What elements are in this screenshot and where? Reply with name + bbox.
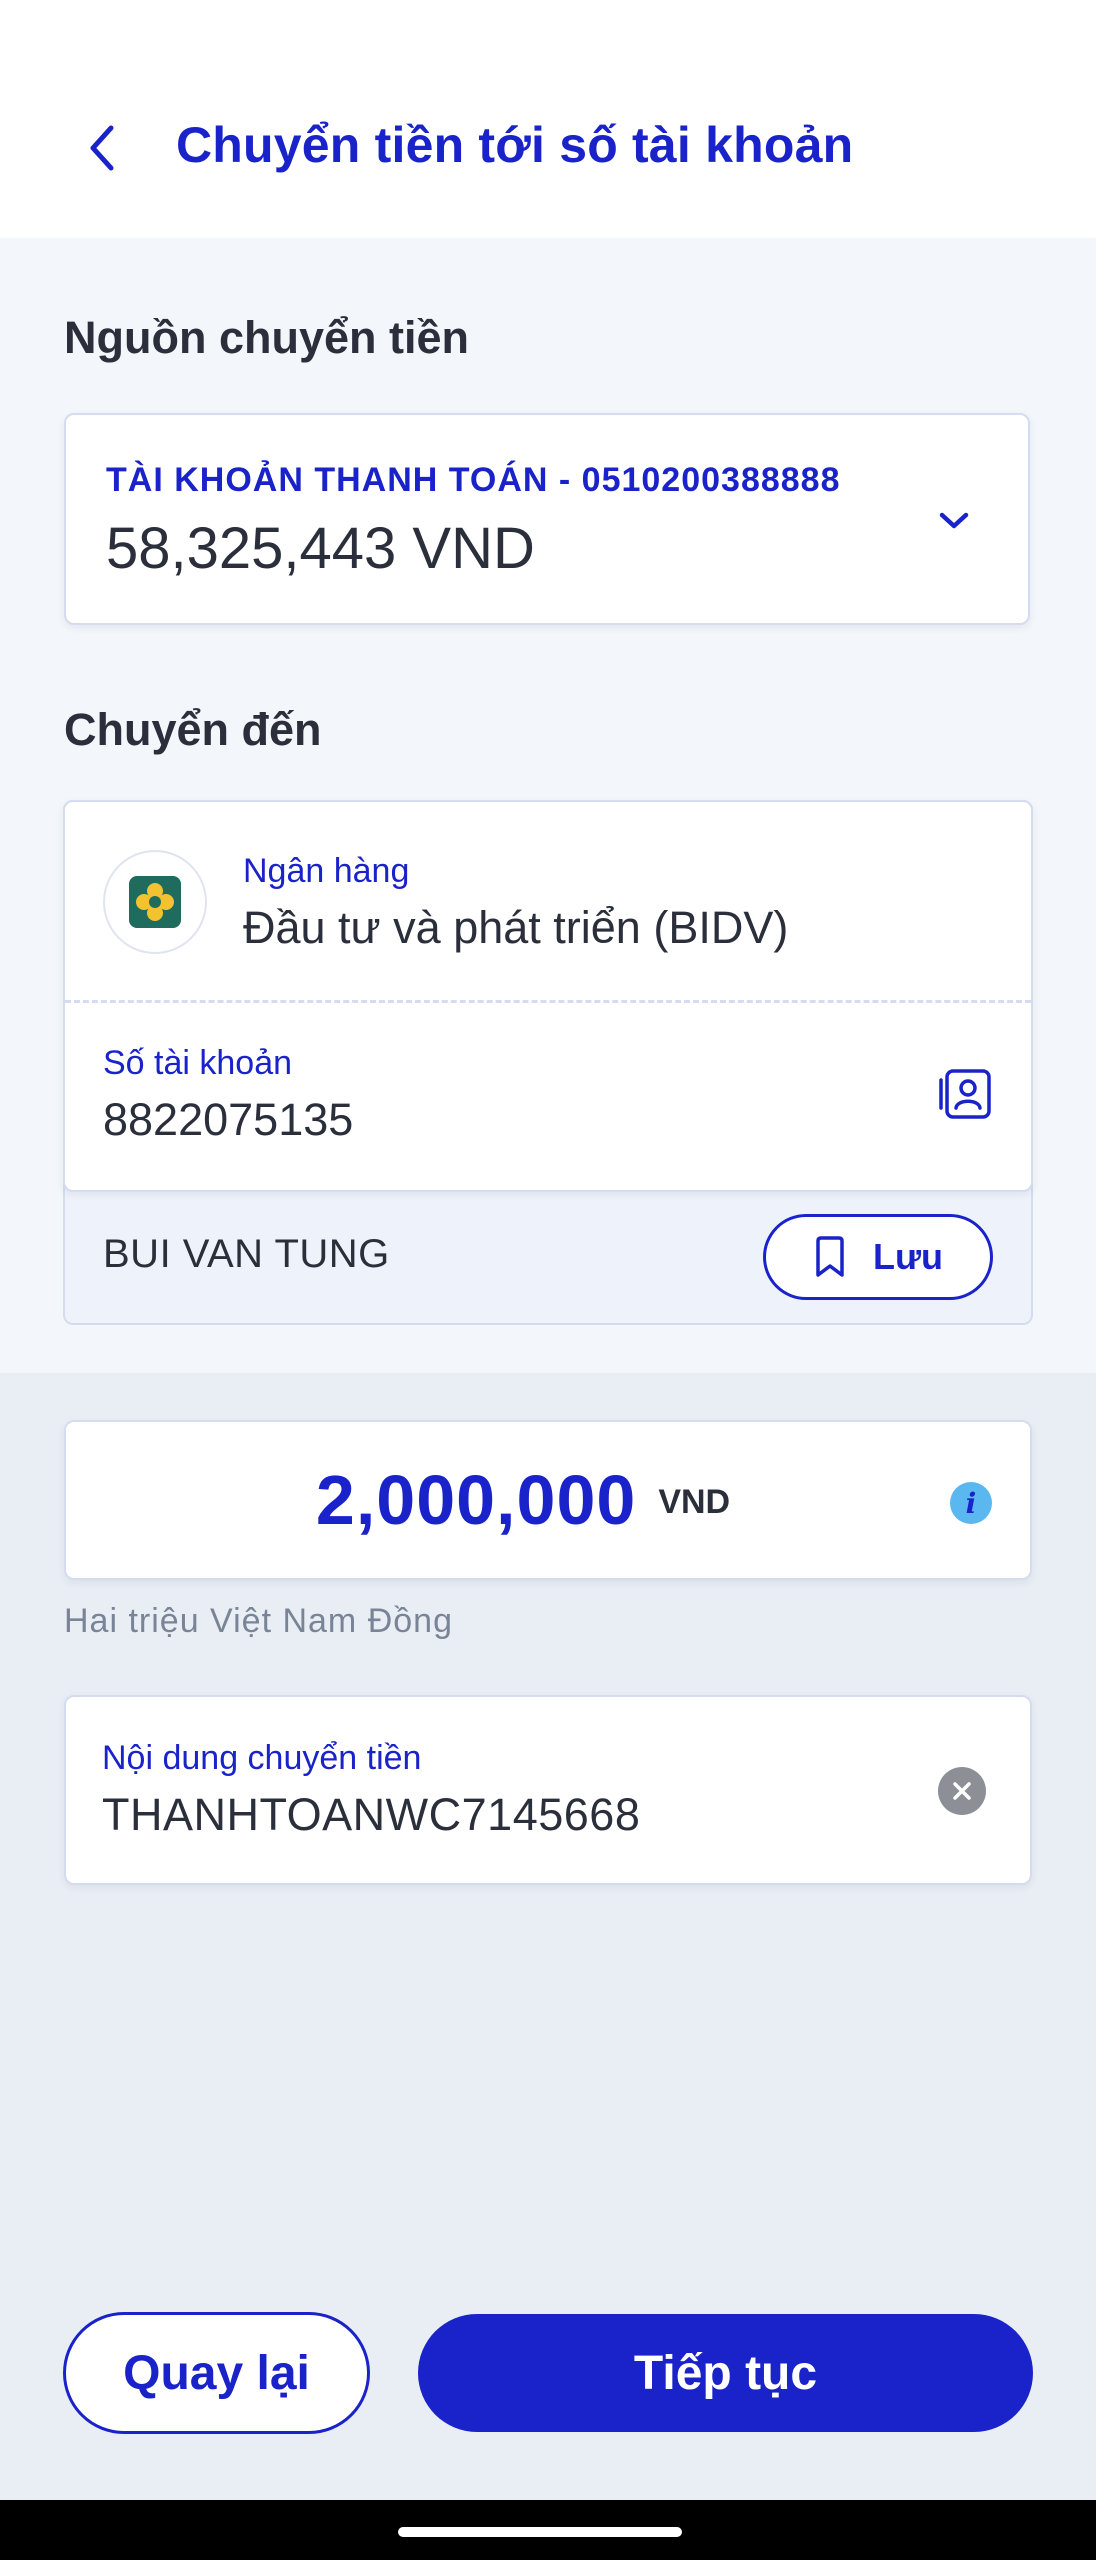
amount-field[interactable]: 2,000,000 VND i xyxy=(64,1420,1032,1580)
amount-value: 2,000,000 xyxy=(315,1461,637,1539)
back-action-button[interactable]: Quay lại xyxy=(63,2312,370,2434)
bookmark-icon xyxy=(816,1236,844,1277)
destination-group: Ngân hàng Đầu tư và phát triển (BIDV) Số… xyxy=(63,800,1033,1325)
app-header: Chuyển tiền tới số tài khoản xyxy=(0,0,1096,238)
memo-field[interactable]: Nội dung chuyển tiền THANHTOANWC7145668 xyxy=(64,1695,1032,1885)
source-account-selector[interactable]: TÀI KHOẢN THANH TOÁN - 0510200388888 58,… xyxy=(64,413,1030,625)
save-label: Lưu xyxy=(872,1236,944,1277)
amount-currency: VND xyxy=(658,1482,731,1521)
back-button[interactable] xyxy=(72,118,132,178)
transfer-screen: Chuyển tiền tới số tài khoản Nguồn chuyể… xyxy=(0,0,1096,2560)
source-section-label: Nguồn chuyển tiền xyxy=(64,312,469,363)
continue-button[interactable]: Tiếp tục xyxy=(418,2314,1033,2432)
source-account-label: TÀI KHOẢN THANH TOÁN - 0510200388888 xyxy=(106,461,841,499)
memo-label: Nội dung chuyển tiền xyxy=(102,1739,422,1777)
page-title: Chuyển tiền tới số tài khoản xyxy=(176,117,854,173)
save-recipient-button[interactable]: Lưu xyxy=(763,1214,993,1300)
bank-selector[interactable]: Ngân hàng Đầu tư và phát triển (BIDV) xyxy=(65,802,1031,1000)
memo-value[interactable]: THANHTOANWC7145668 xyxy=(102,1789,640,1841)
back-action-label: Quay lại xyxy=(123,2346,310,2400)
amount-in-words: Hai triệu Việt Nam Đồng xyxy=(64,1602,453,1640)
chevron-left-icon xyxy=(90,125,114,171)
info-icon[interactable]: i xyxy=(950,1482,992,1524)
chevron-down-icon xyxy=(934,501,974,541)
source-balance: 58,325,443 VND xyxy=(106,516,535,581)
account-number-field[interactable]: Số tài khoản 8822075135 xyxy=(65,1002,1031,1192)
bank-label: Ngân hàng xyxy=(243,852,410,890)
bidv-logo-icon xyxy=(103,850,207,954)
system-navigation-bar xyxy=(0,2500,1096,2560)
contacts-button[interactable] xyxy=(935,1064,995,1124)
recipient-name: BUI VAN TUNG xyxy=(103,1232,390,1276)
bank-name: Đầu tư và phát triển (BIDV) xyxy=(243,902,789,953)
clear-icon[interactable] xyxy=(938,1767,986,1815)
account-number-value: 8822075135 xyxy=(103,1094,354,1145)
destination-card: Ngân hàng Đầu tư và phát triển (BIDV) Số… xyxy=(63,800,1033,1192)
destination-section-label: Chuyển đến xyxy=(64,704,322,755)
account-number-label: Số tài khoản xyxy=(103,1044,293,1082)
continue-label: Tiếp tục xyxy=(633,2346,818,2400)
contact-book-icon xyxy=(939,1069,991,1119)
amount-display: 2,000,000 VND xyxy=(66,1422,1030,1578)
home-indicator[interactable] xyxy=(398,2527,682,2537)
